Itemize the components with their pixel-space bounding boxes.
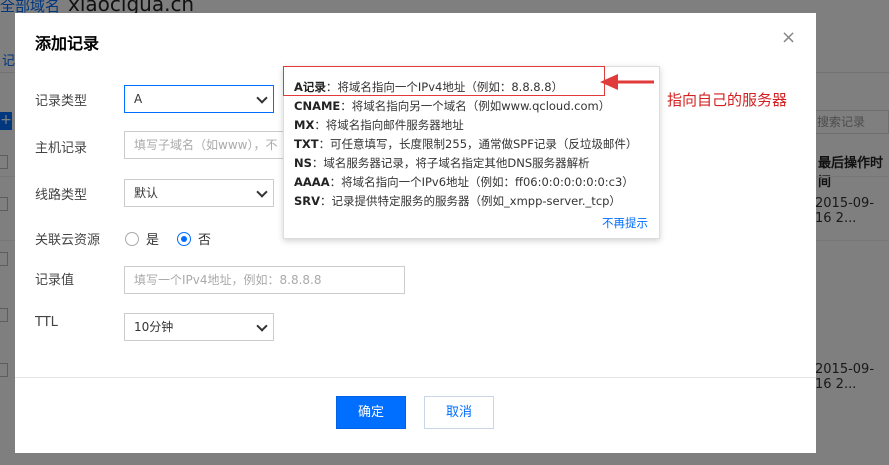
record-value-input[interactable]: 填写一个IPv4地址，例如：8.8.8.8 bbox=[124, 266, 405, 294]
annotation-arrow-icon bbox=[600, 74, 654, 90]
radio-yes[interactable] bbox=[125, 231, 139, 246]
tooltip-line: MX：将域名指向邮件服务器地址 bbox=[294, 118, 464, 132]
tooltip-line: TXT：可任意填写，长度限制255，通常做SPF记录（反垃圾邮件） bbox=[294, 137, 638, 151]
line-type-select[interactable]: 默认 bbox=[124, 179, 274, 207]
radio-no[interactable] bbox=[177, 231, 192, 246]
close-icon[interactable]: × bbox=[781, 27, 796, 48]
chevron-down-icon bbox=[256, 92, 268, 104]
dont-show-again-link[interactable]: 不再提示 bbox=[602, 215, 648, 231]
dialog-title: 添加记录 bbox=[35, 34, 100, 53]
chevron-down-icon bbox=[256, 186, 268, 198]
tooltip-line: NS：域名服务器记录，将子域名指定其他DNS服务器解析 bbox=[294, 156, 590, 170]
cloud-resource-radio-group: 是 否 bbox=[125, 229, 229, 248]
tooltip-line: AAAA：将域名指向一个IPv6地址（例如：ff06:0:0:0:0:0:0:c… bbox=[294, 175, 634, 189]
ttl-value: 10分钟 bbox=[134, 320, 174, 334]
line-type-value: 默认 bbox=[134, 186, 159, 200]
radio-yes-label[interactable]: 是 bbox=[146, 229, 159, 248]
chevron-down-icon bbox=[256, 320, 268, 332]
record-type-select[interactable]: A bbox=[124, 85, 274, 113]
ttl-label: TTL bbox=[35, 315, 58, 330]
record-type-label: 记录类型 bbox=[35, 94, 88, 109]
host-record-label: 主机记录 bbox=[35, 141, 88, 156]
annotation-highlight-box bbox=[283, 66, 605, 96]
footer-divider bbox=[15, 377, 816, 378]
radio-no-label[interactable]: 否 bbox=[198, 229, 211, 248]
tooltip-line: SRV：记录提供特定服务的服务器（例如_xmpp-server._tcp） bbox=[294, 194, 621, 208]
tooltip-line: CNAME：将域名指向另一个域名（例如www.qcloud.com） bbox=[294, 99, 611, 113]
host-record-input[interactable]: 填写子域名（如www），不 bbox=[124, 131, 284, 159]
cloud-resource-label: 关联云资源 bbox=[35, 233, 101, 248]
record-type-value: A bbox=[134, 92, 143, 106]
annotation-text: 指向自己的服务器 bbox=[667, 91, 788, 109]
cancel-button[interactable]: 取消 bbox=[424, 396, 494, 429]
record-value-label: 记录值 bbox=[35, 273, 75, 288]
ttl-select[interactable]: 10分钟 bbox=[124, 313, 274, 341]
confirm-button[interactable]: 确定 bbox=[336, 396, 406, 429]
line-type-label: 线路类型 bbox=[35, 188, 88, 203]
